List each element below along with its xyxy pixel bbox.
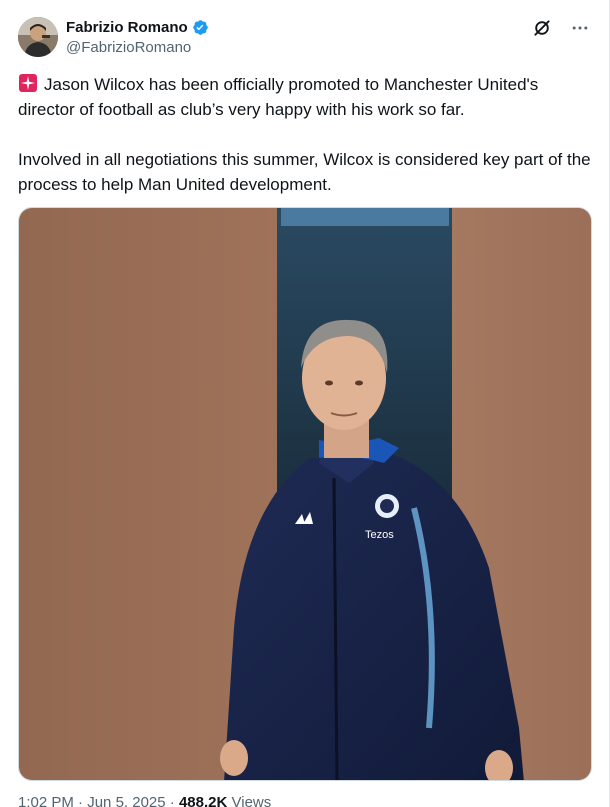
author-handle[interactable]: @FabrizioRomano	[66, 39, 209, 56]
more-icon	[572, 26, 588, 30]
more-button[interactable]	[569, 17, 591, 39]
siren-emoji-icon	[19, 74, 37, 92]
meta-separator-2: ·	[169, 794, 175, 807]
tweet-card: Fabrizio Romano @FabrizioRomano Jason Wi…	[0, 0, 610, 807]
tweet-paragraph-2: Involved in all negotiations this summer…	[18, 150, 591, 194]
tweet-text: Jason Wilcox has been officially promote…	[18, 72, 596, 197]
meta-separator-1: ·	[78, 794, 84, 807]
photo-jason-wilcox: Tezos	[19, 208, 591, 780]
grok-icon	[534, 20, 550, 36]
author-avatar[interactable]	[18, 17, 58, 57]
tweet-photo[interactable]: Tezos	[18, 207, 592, 781]
tweet-time[interactable]: 1:02 PM	[18, 794, 74, 807]
tweet-paragraph-1-text: Jason Wilcox has been officially promote…	[18, 75, 539, 119]
tweet-header: Fabrizio Romano @FabrizioRomano	[18, 17, 591, 61]
views-count: 488.2K	[178, 794, 228, 807]
tweet-date[interactable]: Jun 5, 2025	[87, 794, 165, 807]
tweet-meta: 1:02 PM · Jun 5, 2025 · 488.2K Views	[18, 794, 271, 807]
author-names: Fabrizio Romano @FabrizioRomano	[66, 18, 209, 56]
display-name-row: Fabrizio Romano	[66, 18, 209, 37]
jacket-sponsor-text: Tezos	[365, 529, 394, 541]
views-label: Views	[231, 794, 272, 807]
verified-badge-icon[interactable]	[192, 19, 209, 36]
grok-button[interactable]	[531, 17, 553, 39]
author-display-name[interactable]: Fabrizio Romano	[66, 19, 188, 36]
tweet-paragraph-1: Jason Wilcox has been officially promote…	[18, 72, 596, 122]
avatar-image	[18, 17, 58, 57]
